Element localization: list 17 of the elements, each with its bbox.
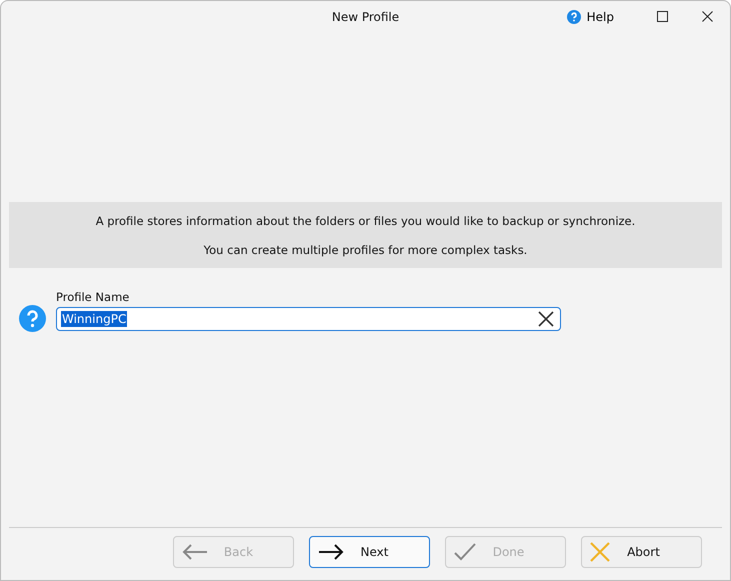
info-text: You can create multiple profiles for more complex tasks.: [204, 242, 528, 256]
left-arrow-icon: [182, 544, 208, 560]
checkmark-icon: [454, 543, 476, 561]
x-icon: [590, 542, 610, 562]
next-button[interactable]: Next: [309, 536, 430, 568]
clear-icon[interactable]: [538, 311, 554, 327]
info-text: A profile stores information about the folders or files you would like to backup or synchronize.: [96, 214, 636, 228]
maximize-icon[interactable]: [657, 11, 668, 22]
help-icon: [19, 305, 46, 332]
right-arrow-icon: [318, 544, 344, 560]
help-icon: [566, 10, 581, 24]
close-icon[interactable]: [702, 11, 713, 22]
help-button[interactable]: Help: [566, 10, 614, 24]
abort-button[interactable]: Abort: [581, 536, 702, 568]
field-label: Profile Name: [56, 290, 130, 304]
window-title: New Profile: [332, 10, 400, 24]
profile-name-field[interactable]: WinningPC: [56, 307, 561, 331]
